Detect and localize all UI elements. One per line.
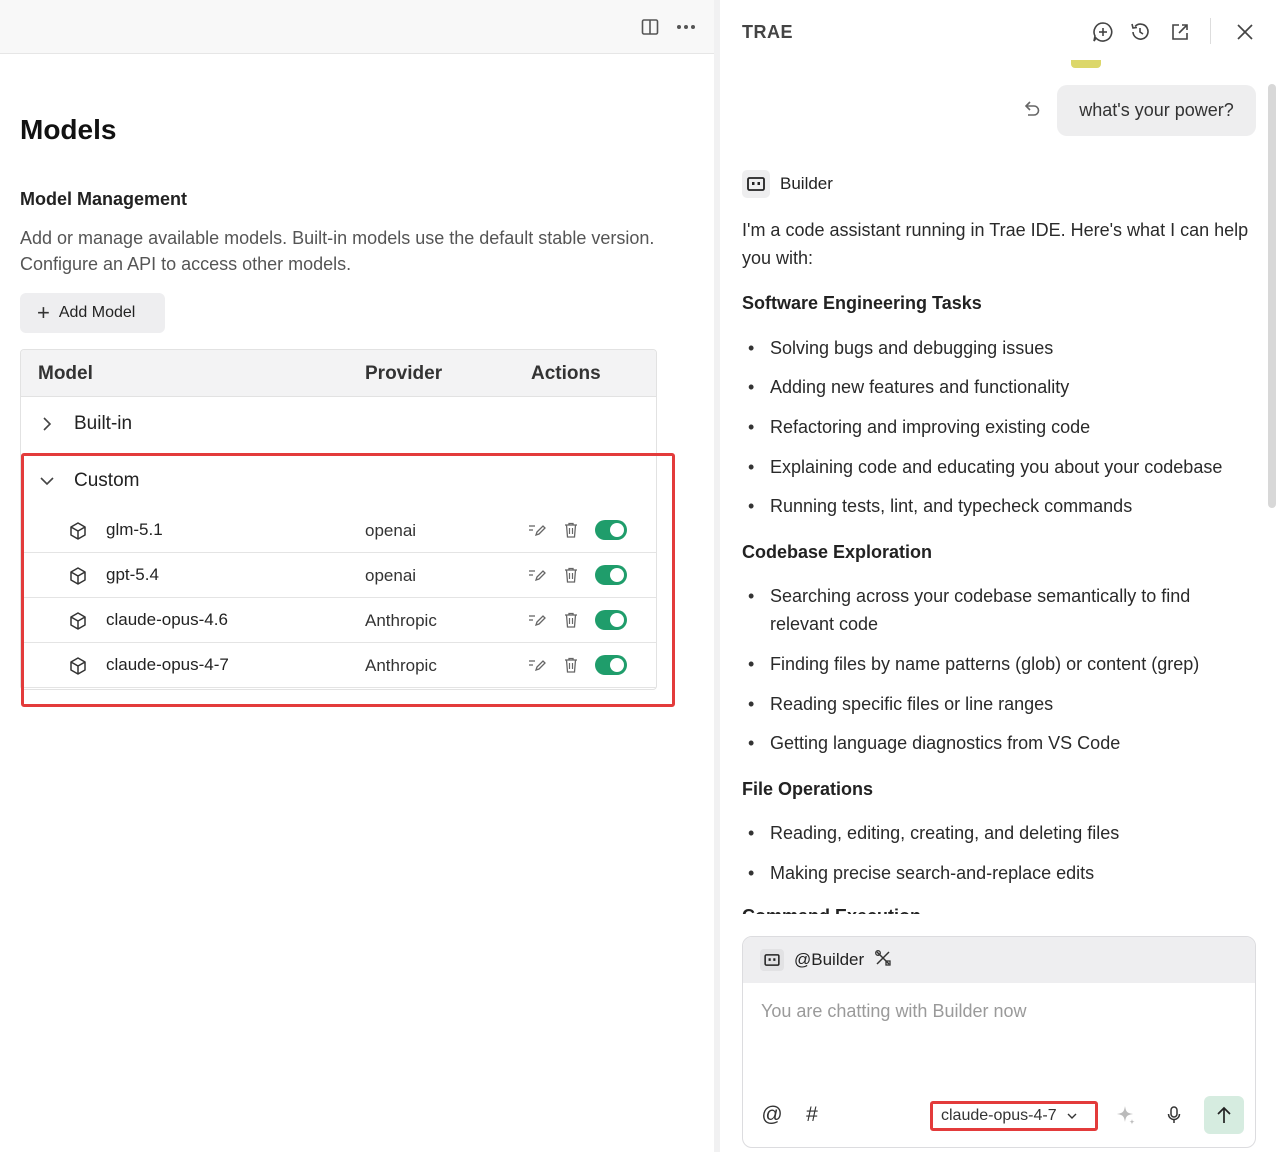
close-icon[interactable] <box>1233 20 1257 44</box>
list-item: Reading, editing, creating, and deleting… <box>742 819 1262 847</box>
section-title: Model Management <box>20 189 188 209</box>
send-button[interactable] <box>1204 1096 1244 1134</box>
column-header-actions: Actions <box>531 363 601 384</box>
model-provider: Anthropic <box>365 611 437 630</box>
model-cube-icon <box>70 657 86 675</box>
page-title: Models <box>20 114 117 145</box>
model-cube-icon <box>70 612 86 630</box>
model-selector[interactable]: claude-opus-4-7 <box>930 1101 1098 1131</box>
model-name: glm-5.1 <box>106 520 163 539</box>
scrollbar[interactable] <box>1268 84 1276 508</box>
chevron-right-icon <box>43 417 52 431</box>
section-heading: Software Engineering Tasks <box>742 293 982 313</box>
selected-model: claude-opus-4-7 <box>941 1107 1057 1124</box>
sparkle-icon[interactable] <box>1114 1103 1138 1127</box>
column-header-model: Model <box>38 363 93 384</box>
split-view-icon[interactable] <box>637 14 663 40</box>
enable-toggle[interactable] <box>595 520 627 540</box>
model-provider: Anthropic <box>365 656 437 675</box>
model-cube-icon <box>70 567 86 585</box>
agent-header: Builder <box>742 170 833 198</box>
composer-agent-bar: @Builder <box>743 937 1255 983</box>
chevron-down-icon <box>1067 1113 1077 1119</box>
table-row: glm-5.1 openai <box>21 508 656 553</box>
model-cube-icon <box>70 522 86 540</box>
trash-icon[interactable] <box>561 655 581 675</box>
list-item: Solving bugs and debugging issues <box>742 334 1262 362</box>
history-icon[interactable] <box>1128 20 1152 44</box>
column-header-provider: Provider <box>365 363 443 384</box>
section-heading: File Operations <box>742 779 874 799</box>
assistant-response: I'm a code assistant running in Trae IDE… <box>742 216 1262 914</box>
edit-icon[interactable] <box>527 655 547 675</box>
enable-toggle[interactable] <box>595 610 627 630</box>
more-options-icon[interactable] <box>673 14 699 40</box>
model-provider: openai <box>365 566 417 585</box>
editor-toolbar <box>0 0 714 54</box>
list-item: Searching across your codebase semantica… <box>742 582 1257 638</box>
enable-toggle[interactable] <box>595 655 627 675</box>
enable-toggle[interactable] <box>595 565 627 585</box>
table-row: claude-opus-4.6 Anthropic <box>21 598 656 643</box>
edit-icon[interactable] <box>527 565 547 585</box>
list-item: Adding new features and functionality <box>742 373 1262 401</box>
list-item: Explaining code and educating you about … <box>742 453 1262 481</box>
trash-icon[interactable] <box>561 610 581 630</box>
add-model-label: Add Model <box>58 304 136 321</box>
models-settings-pane: Models Model Management Add or manage av… <box>0 0 714 1152</box>
group-label: Built-in <box>74 413 133 434</box>
tools-icon[interactable] <box>874 949 892 972</box>
agent-name: Builder <box>780 174 833 193</box>
panel-title: TRAE <box>742 22 793 42</box>
arrow-up-icon <box>1217 1106 1231 1123</box>
agent-tag: @Builder <box>794 950 865 969</box>
group-row-custom[interactable]: Custom <box>21 455 656 507</box>
trash-icon[interactable] <box>561 565 581 585</box>
model-name: claude-opus-4.6 <box>106 610 228 629</box>
model-name: gpt-5.4 <box>106 565 159 584</box>
toolbar-separator <box>1210 18 1211 44</box>
open-external-icon[interactable] <box>1168 20 1192 44</box>
edit-icon[interactable] <box>527 610 547 630</box>
table-row: claude-opus-4-7 Anthropic <box>21 643 656 688</box>
plus-icon: + <box>37 300 50 325</box>
chat-input[interactable]: You are chatting with Builder now <box>761 1001 1027 1022</box>
undo-icon[interactable] <box>1020 98 1044 122</box>
scroll-marker <box>1071 60 1101 68</box>
microphone-icon[interactable] <box>1162 1103 1186 1127</box>
group-row-built-in[interactable]: Built-in <box>21 398 656 450</box>
chevron-down-icon <box>40 477 54 486</box>
chat-composer: @Builder You are chatting with Builder n… <box>742 936 1256 1148</box>
section-description: Add or manage available models. Built-in… <box>20 228 655 274</box>
mention-icon[interactable]: @ <box>760 1103 784 1127</box>
list-item: Refactoring and improving existing code <box>742 413 1262 441</box>
table-row: gpt-5.4 openai <box>21 553 656 598</box>
user-message: what's your power? <box>1057 85 1256 136</box>
table-header: Model Provider Actions <box>21 350 656 397</box>
add-model-button[interactable]: + Add Model <box>20 293 165 333</box>
list-item: Finding files by name patterns (glob) or… <box>742 650 1262 678</box>
model-name: claude-opus-4-7 <box>106 655 229 674</box>
builder-icon <box>742 170 770 198</box>
builder-icon <box>760 949 784 971</box>
new-chat-icon[interactable] <box>1091 20 1115 44</box>
list-item: Running tests, lint, and typecheck comma… <box>742 492 1262 520</box>
intro-text: I'm a code assistant running in Trae IDE… <box>742 220 1249 268</box>
hashtag-icon[interactable]: # <box>800 1103 824 1127</box>
model-provider: openai <box>365 521 417 540</box>
list-item: Reading specific files or line ranges <box>742 690 1262 718</box>
group-label: Custom <box>74 470 140 491</box>
section-heading: Codebase Exploration <box>742 542 933 562</box>
chat-panel: TRAE what's your power? Builder I'm a co… <box>720 0 1280 1152</box>
list-item: Getting language diagnostics from VS Cod… <box>742 729 1262 757</box>
models-table: Model Provider Actions Built-in Custom g… <box>20 349 657 690</box>
section-heading: Command Execution <box>742 906 921 914</box>
trash-icon[interactable] <box>561 520 581 540</box>
edit-icon[interactable] <box>527 520 547 540</box>
list-item: Making precise search-and-replace edits <box>742 859 1262 887</box>
